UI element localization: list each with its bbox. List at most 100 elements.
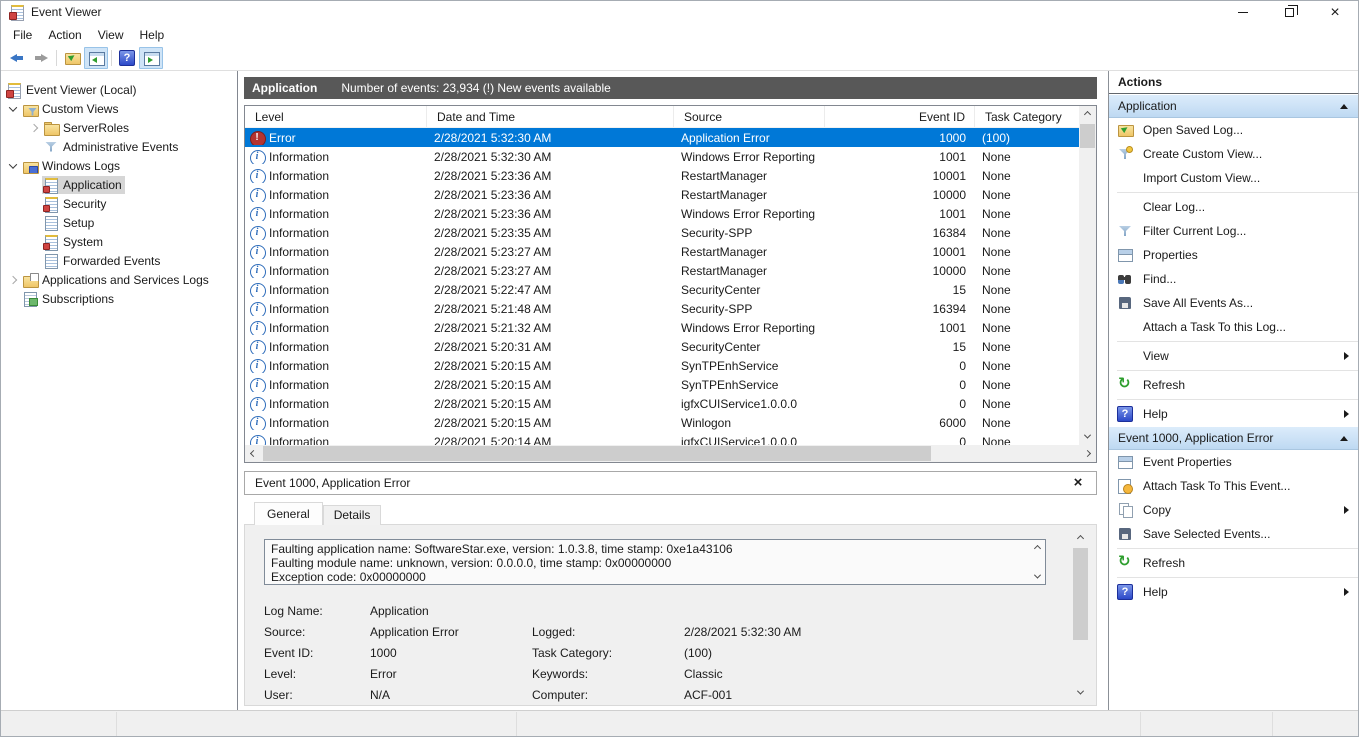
event-row[interactable]: Information2/28/2021 5:32:30 AMWindows E… <box>245 147 1079 166</box>
event-row[interactable]: Information2/28/2021 5:20:31 AMSecurityC… <box>245 337 1079 356</box>
column-header-level[interactable]: Level <box>245 106 427 127</box>
action-save-selected-events[interactable]: Save Selected Events... <box>1109 522 1358 546</box>
close-button[interactable] <box>1312 1 1358 24</box>
tree-item-forwarded-events[interactable]: Forwarded Events <box>1 251 237 270</box>
action-attach-task-to-this-event[interactable]: Attach Task To This Event... <box>1109 474 1358 498</box>
action-properties[interactable]: Properties <box>1109 243 1358 267</box>
horizontal-scroll-thumb[interactable] <box>263 446 931 461</box>
status-separator <box>516 712 517 736</box>
tree-item-system[interactable]: System <box>1 232 237 251</box>
actions-sections: ApplicationOpen Saved Log...Create Custo… <box>1109 94 1358 604</box>
scroll-up-button[interactable] <box>1079 106 1096 123</box>
column-header-task-category[interactable]: Task Category <box>975 106 1081 127</box>
menu-view[interactable]: View <box>90 24 132 46</box>
close-preview-button[interactable] <box>1070 472 1086 494</box>
event-row[interactable]: Information2/28/2021 5:21:32 AMWindows E… <box>245 318 1079 337</box>
event-row[interactable]: Information2/28/2021 5:23:27 AMRestartMa… <box>245 261 1079 280</box>
forward-button[interactable] <box>29 47 53 69</box>
event-row[interactable]: Information2/28/2021 5:20:15 AMigfxCUISe… <box>245 394 1079 413</box>
action-save-all-events-as[interactable]: Save All Events As... <box>1109 291 1358 315</box>
tree-item-setup[interactable]: Setup <box>1 213 237 232</box>
action-clear-log[interactable]: Clear Log... <box>1109 195 1358 219</box>
field-row: Source:Application ErrorLogged:2/28/2021… <box>264 622 1056 643</box>
event-row[interactable]: Information2/28/2021 5:20:14 AMigfxCUISe… <box>245 432 1079 445</box>
back-button[interactable] <box>5 47 29 69</box>
column-header-event-id[interactable]: Event ID <box>825 106 975 127</box>
date-cell: 2/28/2021 5:20:15 AM <box>427 416 674 430</box>
action-view[interactable]: View <box>1109 344 1358 368</box>
action-attach-a-task-to-this-log[interactable]: Attach a Task To this Log... <box>1109 315 1358 339</box>
action-refresh[interactable]: Refresh <box>1109 373 1358 397</box>
source-cell: Windows Error Reporting <box>674 321 825 335</box>
services-folder-icon <box>22 272 38 288</box>
event-row[interactable]: Information2/28/2021 5:23:27 AMRestartMa… <box>245 242 1079 261</box>
action-copy[interactable]: Copy <box>1109 498 1358 522</box>
scroll-down-button[interactable] <box>1072 684 1089 701</box>
menu-help[interactable]: Help <box>132 24 173 46</box>
open-saved-log-button[interactable] <box>60 47 84 69</box>
event-row[interactable]: Information2/28/2021 5:23:36 AMRestartMa… <box>245 185 1079 204</box>
tree-item-windows-logs[interactable]: Windows Logs <box>1 156 237 175</box>
list-horizontal-scrollbar[interactable] <box>245 445 1096 462</box>
action-help[interactable]: Help <box>1109 402 1358 426</box>
action-filter-current-log[interactable]: Filter Current Log... <box>1109 219 1358 243</box>
tree-item-subscriptions[interactable]: Subscriptions <box>1 289 237 308</box>
action-open-saved-log[interactable]: Open Saved Log... <box>1109 118 1358 142</box>
vertical-scroll-thumb[interactable] <box>1073 548 1088 640</box>
event-row[interactable]: Information2/28/2021 5:21:48 AMSecurity-… <box>245 299 1079 318</box>
actions-section-header-application[interactable]: Application <box>1109 94 1358 118</box>
tree-item-applications-and-services-logs[interactable]: Applications and Services Logs <box>1 270 237 289</box>
tree-item-security[interactable]: Security <box>1 194 237 213</box>
desc-scroll-down-button[interactable] <box>1031 570 1043 582</box>
desc-scroll-up-button[interactable] <box>1031 542 1043 554</box>
expander-collapsed-icon[interactable] <box>26 125 42 131</box>
source-cell: Security-SPP <box>674 302 825 316</box>
scroll-up-button[interactable] <box>1072 530 1089 547</box>
event-row[interactable]: Information2/28/2021 5:20:15 AMSynTPEnhS… <box>245 375 1079 394</box>
action-import-custom-view[interactable]: Import Custom View... <box>1109 166 1358 190</box>
actions-section-header-event-1000-application-error[interactable]: Event 1000, Application Error <box>1109 426 1358 450</box>
event-row[interactable]: Information2/28/2021 5:23:35 AMSecurity-… <box>245 223 1079 242</box>
level-text: Information <box>269 435 329 446</box>
tree-item-event-viewer-local[interactable]: Event Viewer (Local) <box>1 80 237 99</box>
expander-collapsed-icon[interactable] <box>5 277 21 283</box>
tree-item-administrative-events[interactable]: Administrative Events <box>1 137 237 156</box>
expander-expanded-icon[interactable] <box>5 106 21 112</box>
menu-action[interactable]: Action <box>40 24 89 46</box>
tab-general[interactable]: General <box>254 502 323 525</box>
event-row[interactable]: Information2/28/2021 5:20:15 AMWinlogon6… <box>245 413 1079 432</box>
preview-vertical-scrollbar[interactable] <box>1072 530 1089 701</box>
action-label: Import Custom View... <box>1143 171 1260 185</box>
action-event-properties[interactable]: Event Properties <box>1109 450 1358 474</box>
list-vertical-scrollbar[interactable] <box>1079 106 1096 445</box>
event-row[interactable]: Information2/28/2021 5:20:15 AMSynTPEnhS… <box>245 356 1079 375</box>
event-row[interactable]: Error2/28/2021 5:32:30 AMApplication Err… <box>245 128 1079 147</box>
scroll-left-button[interactable] <box>245 445 262 462</box>
action-find[interactable]: Find... <box>1109 267 1358 291</box>
restore-button[interactable] <box>1266 1 1312 24</box>
action-help[interactable]: Help <box>1109 580 1358 604</box>
event-row[interactable]: Information2/28/2021 5:22:47 AMSecurityC… <box>245 280 1079 299</box>
help-button[interactable] <box>115 47 139 69</box>
event-row[interactable]: Information2/28/2021 5:23:36 AMRestartMa… <box>245 166 1079 185</box>
toggle-console-tree-button[interactable] <box>84 47 108 69</box>
tree-item-custom-views[interactable]: Custom Views <box>1 99 237 118</box>
preview-tabs: GeneralDetails <box>254 502 381 525</box>
action-create-custom-view[interactable]: Create Custom View... <box>1109 142 1358 166</box>
column-header-date-and-time[interactable]: Date and Time <box>427 106 674 127</box>
event-row[interactable]: Information2/28/2021 5:23:36 AMWindows E… <box>245 204 1079 223</box>
toggle-action-pane-button[interactable] <box>139 47 163 69</box>
tree-item-application[interactable]: Application <box>1 175 237 194</box>
vertical-scroll-thumb[interactable] <box>1080 124 1095 148</box>
scroll-down-button[interactable] <box>1079 428 1096 445</box>
event-description-box[interactable]: Faulting application name: SoftwareStar.… <box>264 539 1046 585</box>
column-header-source[interactable]: Source <box>674 106 825 127</box>
minimize-button[interactable] <box>1220 1 1266 24</box>
date-cell: 2/28/2021 5:23:27 AM <box>427 264 674 278</box>
scroll-right-button[interactable] <box>1079 445 1096 462</box>
tree-item-serverroles[interactable]: ServerRoles <box>1 118 237 137</box>
tab-details[interactable]: Details <box>323 505 382 525</box>
action-refresh[interactable]: Refresh <box>1109 551 1358 575</box>
expander-expanded-icon[interactable] <box>5 163 21 169</box>
menu-file[interactable]: File <box>5 24 40 46</box>
